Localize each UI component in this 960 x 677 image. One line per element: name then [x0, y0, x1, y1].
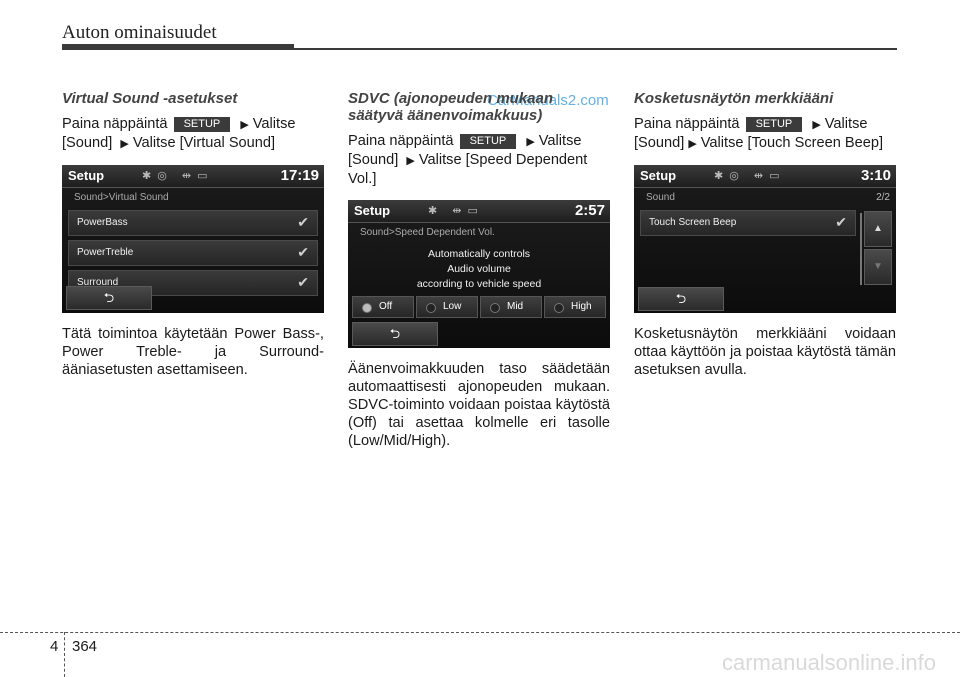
screen-header: Setup ✱◎ ⇹▭ 17:19 — [62, 165, 324, 188]
description-line: according to vehicle speed — [416, 278, 542, 290]
instruction-text: Paina näppäintä — [634, 116, 740, 132]
instruction-text: [Sound] — [634, 135, 685, 151]
arrow-right-icon: ▶ — [526, 136, 535, 148]
screen-path: Sound>Speed Dependent Vol. — [360, 227, 495, 238]
page-header-title: Auton ominaisuudet — [62, 22, 217, 43]
back-icon: ⮌ — [103, 290, 115, 305]
mode-button-off[interactable]: Off — [352, 296, 414, 318]
screen-path: Sound — [646, 192, 675, 203]
screen-title: Setup — [640, 168, 677, 183]
instruction: Paina näppäintä SETUP ▶ Valitse [Sound] ▶… — [348, 132, 610, 188]
check-icon: ✔ — [297, 274, 309, 290]
instruction-text: Valitse [Virtual Sound] — [132, 135, 276, 151]
screen-title: Setup — [354, 203, 391, 218]
sdvc-screen: Setup ✱ ⇹▭ 2:57 Sound>Speed Dependent Vo… — [348, 200, 610, 348]
site-watermark: carmanualsonline.info — [721, 650, 936, 675]
screen-header: Setup ✱◎ ⇹▭ 3:10 — [634, 165, 896, 188]
setting-row-powertreble[interactable]: PowerTreble ✔ — [68, 240, 318, 266]
touch-beep-screen: Setup ✱◎ ⇹▭ 3:10 Sound 2/2 Touch Screen … — [634, 165, 896, 313]
section-title: Kosketusnäytön merkkiääni — [634, 90, 834, 107]
chapter-number: 4 — [50, 638, 59, 655]
setting-label: Touch Screen Beep — [649, 217, 737, 228]
mode-button-low[interactable]: Low — [416, 296, 478, 318]
check-icon: ✔ — [297, 244, 309, 260]
description-line: Audio volume — [447, 263, 511, 275]
section-title-line: säätyvä äänenvoimakkuus) — [348, 107, 543, 124]
status-icons: ✱◎ ⇹▭ — [142, 170, 214, 182]
mode-label: Low — [443, 301, 462, 312]
screen-header: Setup ✱ ⇹▭ 2:57 — [348, 200, 610, 223]
setting-row-touch-beep[interactable]: Touch Screen Beep ✔ — [640, 210, 856, 236]
back-button[interactable]: ⮌ — [638, 287, 724, 311]
section-body: Kosketusnäytön merkkiääni voidaan ottaa … — [634, 326, 896, 378]
status-icons: ✱ ⇹▭ — [428, 205, 484, 217]
radio-icon — [490, 303, 500, 313]
instruction-text: Valitse — [824, 116, 868, 132]
mode-label: Mid — [507, 301, 524, 312]
arrow-right-icon: ▶ — [406, 155, 415, 167]
section-sdvc: SDVC (ajonopeuden mukaan säätyvä äänenvo… — [348, 90, 610, 450]
setting-label: PowerTreble — [77, 247, 134, 258]
section-touch-beep: Kosketusnäytön merkkiääni Paina näppäint… — [634, 90, 896, 379]
up-arrow-icon: ▲ — [873, 223, 883, 234]
check-icon: ✔ — [297, 214, 309, 230]
sdvc-description: Automatically controls Audio volume acco… — [348, 247, 610, 292]
screen-time: 17:19 — [280, 167, 319, 184]
section-title: SDVC (ajonopeuden mukaan säätyvä äänenvo… — [348, 90, 610, 124]
screen-time: 2:57 — [574, 202, 605, 219]
instruction-text: Valitse — [252, 116, 296, 132]
section-title-line: SDVC (ajonopeuden mukaan — [348, 90, 554, 107]
setup-key-badge: SETUP — [745, 117, 803, 132]
setting-row-powerbass[interactable]: PowerBass ✔ — [68, 210, 318, 236]
virtual-sound-screen: Setup ✱◎ ⇹▭ 17:19 Sound>Virtual Sound Po… — [62, 165, 324, 313]
arrow-right-icon: ▶ — [120, 138, 129, 150]
scroll-up-button[interactable]: ▲ — [864, 211, 892, 247]
instruction-text: [Sound] — [348, 152, 399, 168]
mode-label: Off — [379, 301, 393, 312]
radio-icon — [362, 303, 372, 313]
setting-label: PowerBass — [77, 217, 128, 228]
setup-key-badge: SETUP — [459, 134, 517, 149]
radio-icon — [426, 303, 436, 313]
arrow-right-icon: ▶ — [240, 119, 249, 131]
section-title: Virtual Sound -asetukset — [62, 90, 238, 107]
status-icons: ✱◎ ⇹▭ — [714, 170, 786, 182]
section-virtual-sound: Virtual Sound -asetukset Paina näppäintä… — [62, 90, 324, 379]
back-icon: ⮌ — [389, 326, 401, 341]
section-body: Äänenvoimakkuuden taso säädetään automaa… — [348, 361, 610, 449]
section-body: Tätä toimintoa käytetään Power Bass-, Po… — [62, 326, 324, 378]
back-icon: ⮌ — [675, 291, 687, 306]
mode-button-mid[interactable]: Mid — [480, 296, 542, 318]
arrow-right-icon: ▶ — [812, 119, 821, 131]
instruction-text: Paina näppäintä — [348, 133, 454, 149]
page-number: 364 — [72, 638, 98, 655]
header-rule — [294, 48, 897, 50]
instruction-text: Paina näppäintä — [62, 116, 168, 132]
scroll-down-button[interactable]: ▼ — [864, 249, 892, 285]
down-arrow-icon: ▼ — [873, 261, 883, 272]
instruction: Paina näppäintä SETUP ▶ Valitse [Sound] ▶… — [62, 115, 324, 153]
page-indicator: 2/2 — [876, 192, 890, 203]
screen-path: Sound>Virtual Sound — [74, 192, 169, 203]
check-icon: ✔ — [835, 214, 847, 230]
instruction-text: Valitse — [538, 133, 582, 149]
setup-key-badge: SETUP — [173, 117, 231, 132]
screen-time: 3:10 — [860, 167, 891, 184]
scrollbar[interactable] — [860, 213, 862, 285]
mode-button-high[interactable]: High — [544, 296, 606, 318]
instruction-text: Valitse [Touch Screen Beep] — [700, 135, 884, 151]
footer-divider — [64, 632, 65, 677]
radio-icon — [554, 303, 564, 313]
mode-selector: Off Low Mid High — [352, 296, 606, 318]
header-bar — [62, 44, 294, 50]
footer-rule — [0, 632, 960, 633]
screen-title: Setup — [68, 168, 105, 183]
description-line: Automatically controls — [427, 248, 531, 260]
instruction: Paina näppäintä SETUP ▶ Valitse [Sound] ▶ V… — [634, 115, 896, 153]
back-button[interactable]: ⮌ — [352, 322, 438, 346]
instruction-text: [Sound] — [62, 135, 113, 151]
back-button[interactable]: ⮌ — [66, 286, 152, 310]
arrow-right-icon: ▶ — [688, 138, 697, 150]
mode-label: High — [571, 301, 592, 312]
